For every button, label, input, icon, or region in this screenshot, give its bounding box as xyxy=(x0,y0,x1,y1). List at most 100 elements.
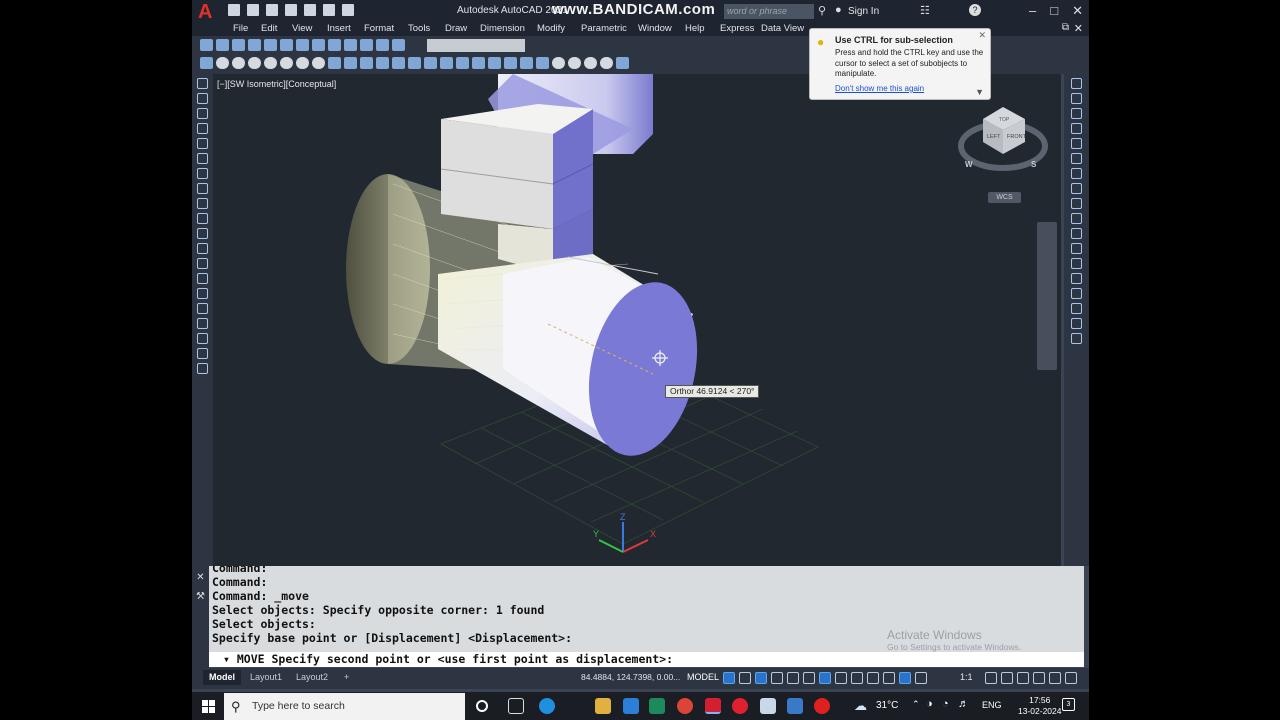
menu-insert[interactable]: Insert xyxy=(327,23,351,34)
windows-start-icon[interactable] xyxy=(202,700,215,713)
gradient-icon[interactable] xyxy=(197,303,208,314)
sw-iso-icon[interactable] xyxy=(312,39,325,51)
autocad-taskbar-icon[interactable] xyxy=(705,698,721,714)
extrude-icon[interactable] xyxy=(360,57,373,69)
isolate-objects-icon[interactable] xyxy=(1033,672,1045,684)
spline-icon[interactable] xyxy=(197,198,208,209)
explode-icon[interactable] xyxy=(1071,333,1082,344)
annotation-monitor-icon[interactable] xyxy=(1001,672,1013,684)
edge-icon[interactable] xyxy=(539,698,555,714)
menu-help[interactable]: Help xyxy=(685,23,705,34)
isodraft-icon[interactable] xyxy=(787,672,799,684)
menu-parametric[interactable]: Parametric xyxy=(581,23,627,34)
tab-model[interactable]: Model xyxy=(203,670,241,685)
front-view-icon[interactable] xyxy=(280,39,293,51)
command-customize-icon[interactable]: ⚒ xyxy=(192,591,209,602)
extend-icon[interactable] xyxy=(1071,228,1082,239)
region-icon[interactable] xyxy=(197,318,208,329)
dont-show-again-link[interactable]: Don't show me this again xyxy=(835,84,924,93)
erase-icon[interactable] xyxy=(1071,78,1082,89)
cart-icon[interactable]: ☷ xyxy=(920,4,930,17)
annotation-visibility-icon[interactable] xyxy=(899,672,911,684)
visual-style-conceptual-icon[interactable] xyxy=(600,57,613,69)
app-green-icon[interactable] xyxy=(649,698,665,714)
multiline-text-icon[interactable] xyxy=(197,348,208,359)
fillet-icon[interactable] xyxy=(1071,303,1082,314)
wcs-menu[interactable]: WCS xyxy=(988,192,1021,203)
lineweight-icon[interactable] xyxy=(835,672,847,684)
transparency-icon[interactable] xyxy=(851,672,863,684)
planar-surface-icon[interactable] xyxy=(344,57,357,69)
add-layout-button[interactable]: + xyxy=(338,670,355,685)
pyramid-icon[interactable] xyxy=(296,57,309,69)
maximize-icon[interactable]: □ xyxy=(1050,3,1058,19)
line-icon[interactable] xyxy=(197,78,208,89)
menu-dimension[interactable]: Dimension xyxy=(480,23,525,34)
taskbar-clock[interactable]: 17:56 13-02-2024 xyxy=(1018,695,1061,717)
close-drawing-icon[interactable]: ✕ xyxy=(1074,22,1083,35)
visual-style-wire-icon[interactable] xyxy=(552,57,565,69)
subtract-icon[interactable] xyxy=(456,57,469,69)
point-icon[interactable] xyxy=(197,273,208,284)
units-icon[interactable] xyxy=(1017,672,1029,684)
construction-line-icon[interactable] xyxy=(197,93,208,104)
camera-icon[interactable] xyxy=(376,39,389,51)
customization-menu-icon[interactable] xyxy=(1065,672,1077,684)
task-view-icon[interactable] xyxy=(508,698,524,714)
volume-icon[interactable]: ♬ xyxy=(958,698,969,710)
align3d-icon[interactable] xyxy=(520,57,533,69)
polygon-icon[interactable] xyxy=(197,123,208,134)
right-view-icon[interactable] xyxy=(264,39,277,51)
cone-icon[interactable] xyxy=(248,57,261,69)
plot-icon[interactable] xyxy=(304,4,316,16)
blend-curves-icon[interactable] xyxy=(1071,318,1082,329)
wedge-icon[interactable] xyxy=(232,57,245,69)
app-blue-icon[interactable] xyxy=(787,698,803,714)
menu-data-view[interactable]: Data View xyxy=(761,23,804,34)
cylinder-icon[interactable] xyxy=(280,57,293,69)
ne-iso-icon[interactable] xyxy=(344,39,357,51)
auto-scale-icon[interactable] xyxy=(915,672,927,684)
nw-iso-icon[interactable] xyxy=(360,39,373,51)
sweep-icon[interactable] xyxy=(392,57,405,69)
view-combo[interactable] xyxy=(427,39,525,52)
sign-in-button[interactable]: Sign In xyxy=(848,6,879,17)
selection-cycling-icon[interactable] xyxy=(867,672,879,684)
app-light-icon[interactable] xyxy=(760,698,776,714)
hatch-icon[interactable] xyxy=(197,288,208,299)
menu-edit[interactable]: Edit xyxy=(261,23,277,34)
chrome-icon[interactable] xyxy=(677,698,693,714)
taskbar-search-box[interactable]: ⚲ Type here to search xyxy=(224,693,465,720)
box-icon[interactable] xyxy=(216,57,229,69)
cortana-icon[interactable] xyxy=(476,700,488,712)
top-view-icon[interactable] xyxy=(216,39,229,51)
workspace-gear-icon[interactable] xyxy=(985,672,997,684)
intersect-icon[interactable] xyxy=(472,57,485,69)
command-input[interactable]: ▾ MOVE Specify second point or <use firs… xyxy=(209,652,1084,667)
menu-format[interactable]: Format xyxy=(364,23,394,34)
rotate3d-icon[interactable] xyxy=(504,57,517,69)
break-at-point-icon[interactable] xyxy=(1071,243,1082,254)
balloon-expand-icon[interactable]: ▼ xyxy=(975,87,984,97)
open-file-icon[interactable] xyxy=(247,4,259,16)
file-explorer-icon[interactable] xyxy=(595,698,611,714)
scale-icon[interactable] xyxy=(1071,183,1082,194)
ellipse-icon[interactable] xyxy=(197,213,208,224)
autocad-logo-icon[interactable]: A xyxy=(198,2,218,22)
back-view-icon[interactable] xyxy=(296,39,309,51)
notification-icon[interactable]: 3 xyxy=(1062,698,1075,711)
balloon-close-icon[interactable]: ✕ xyxy=(978,30,986,41)
union-icon[interactable] xyxy=(440,57,453,69)
join-icon[interactable] xyxy=(1071,273,1082,284)
menu-file[interactable]: File xyxy=(233,23,248,34)
help-icon[interactable]: ? xyxy=(969,4,981,16)
revision-cloud-icon[interactable] xyxy=(197,183,208,194)
menu-tools[interactable]: Tools xyxy=(408,23,430,34)
visual-style-realistic-icon[interactable] xyxy=(584,57,597,69)
table-icon[interactable] xyxy=(197,333,208,344)
make-block-icon[interactable] xyxy=(197,258,208,269)
menu-window[interactable]: Window xyxy=(638,23,672,34)
help-search-input[interactable]: word or phrase xyxy=(724,4,814,19)
wifi-icon[interactable]: ◔ xyxy=(942,698,949,710)
layer-icon[interactable] xyxy=(200,39,213,51)
